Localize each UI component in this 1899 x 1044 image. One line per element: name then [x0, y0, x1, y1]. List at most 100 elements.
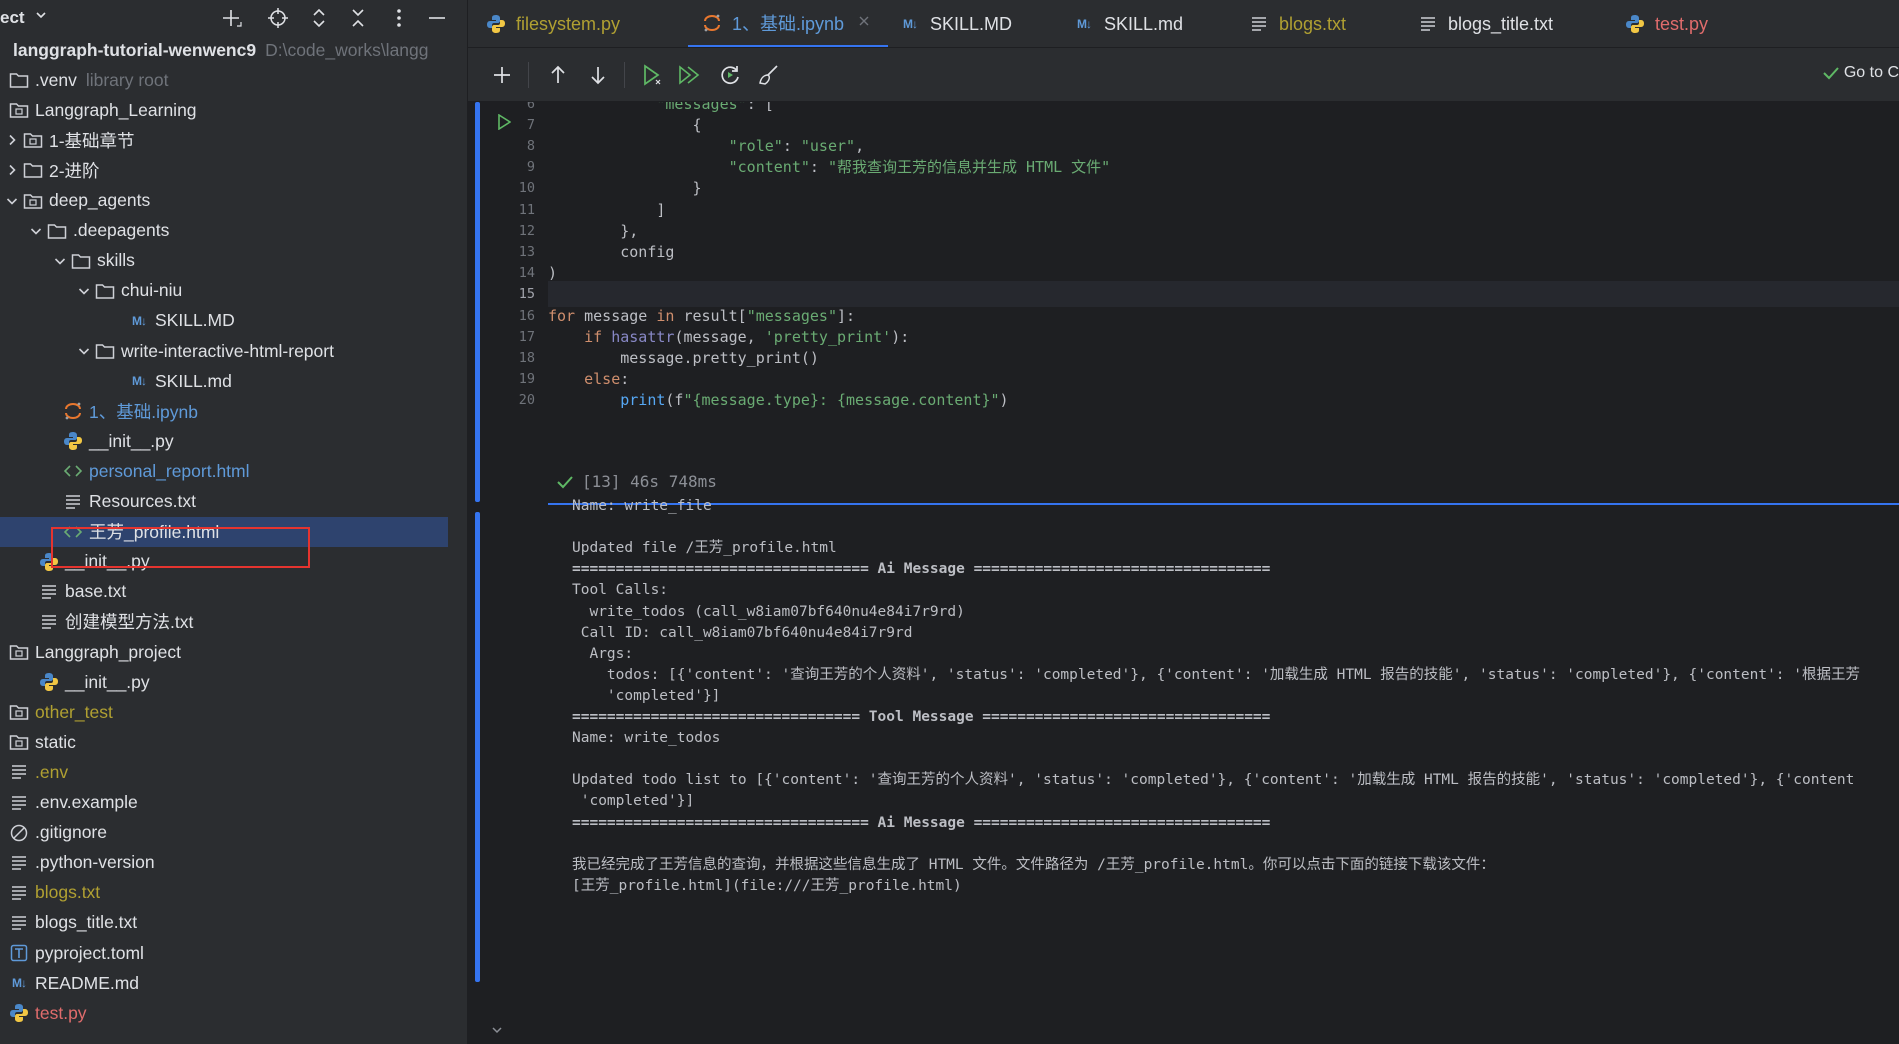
editor-tabs: filesystem.py 1、基础.ipynb M↓ SKILL.MD M↓ SKILL…	[468, 0, 1899, 48]
chevron-down-icon[interactable]	[26, 221, 46, 241]
tree-item-label: base.txt	[65, 581, 127, 602]
tree-item[interactable]: M↓ SKILL.MD	[0, 306, 467, 336]
jupyter-icon	[62, 400, 84, 422]
module-folder-icon	[8, 99, 30, 121]
tree-item[interactable]: 1、基础.ipynb	[0, 396, 467, 426]
output-line: Name: write_file	[572, 498, 712, 514]
tree-item-label: skills	[97, 250, 135, 271]
folder-icon	[94, 340, 116, 362]
chevron-down-icon[interactable]	[2, 191, 22, 211]
tree-item[interactable]: .venv library root	[0, 65, 467, 95]
editor-tab[interactable]: blogs_title.txt	[1416, 0, 1553, 47]
line-number: 16	[518, 307, 535, 324]
module-folder-icon	[22, 190, 44, 212]
tree-item-label: __init__.py	[65, 671, 150, 692]
text-file-icon	[8, 761, 30, 783]
tree-item[interactable]: blogs.txt	[0, 878, 467, 908]
run-cell-icon[interactable]	[638, 61, 666, 89]
tree-item[interactable]: .env	[0, 757, 467, 787]
tree-item[interactable]: skills	[0, 246, 467, 276]
tree-item[interactable]: personal_report.html	[0, 456, 467, 486]
text-file-icon	[8, 882, 30, 904]
move-cell-down-icon[interactable]	[584, 61, 612, 89]
tree-item-hint: library root	[85, 69, 169, 90]
editor-tab[interactable]: blogs.txt	[1247, 0, 1346, 47]
tree-item[interactable]: other_test	[0, 697, 467, 727]
tree-item[interactable]: .env.example	[0, 788, 467, 818]
editor-tab[interactable]: test.py	[1623, 0, 1708, 47]
restart-kernel-icon[interactable]	[716, 61, 744, 89]
tree-item[interactable]: test.py	[0, 998, 467, 1028]
locate-icon[interactable]	[265, 5, 291, 31]
chevron-down-icon[interactable]	[74, 281, 94, 301]
chevron-down-icon[interactable]	[34, 8, 48, 27]
goto-link[interactable]: Go to C	[1822, 64, 1899, 82]
tree-item[interactable]: Langgraph_project	[0, 637, 467, 667]
tree-item[interactable]: base.txt	[0, 577, 467, 607]
chevron-down-icon[interactable]	[50, 251, 70, 271]
add-icon[interactable]	[218, 5, 244, 31]
editor-tab[interactable]: filesystem.py	[484, 0, 620, 47]
tree-item-label: write-interactive-html-report	[121, 340, 334, 361]
more-options-icon[interactable]	[386, 5, 412, 31]
tree-item[interactable]: Langgraph_Learning	[0, 95, 467, 125]
html-icon	[62, 521, 84, 543]
tree-item[interactable]: __init__.py	[0, 426, 467, 456]
tree-item[interactable]: .gitignore	[0, 818, 467, 848]
notebook-toolbar: Go to C	[468, 48, 1899, 102]
editor-tab[interactable]: M↓ SKILL.MD	[898, 0, 1012, 47]
tree-item[interactable]: .python-version	[0, 848, 467, 878]
tree-item-label: .env	[35, 761, 69, 782]
editor-tab[interactable]: M↓ SKILL.md	[1072, 0, 1183, 47]
code-cell[interactable]: "messages": [ { "role": "user", "content…	[548, 102, 1899, 502]
chevron-down-icon[interactable]	[490, 1022, 504, 1040]
chevron-right-icon[interactable]	[2, 130, 22, 150]
tree-item[interactable]: 1-基础章节	[0, 125, 467, 155]
tree-item[interactable]: write-interactive-html-report	[0, 336, 467, 366]
tree-item-label: Langgraph_project	[35, 641, 181, 662]
add-cell-icon[interactable]	[488, 61, 516, 89]
run-all-icon[interactable]	[676, 61, 704, 89]
line-number-gutter: 6 7 8 9 10 11 12 13 14 15 16 17 18 19 20	[480, 102, 545, 502]
tree-item[interactable]: .deepagents	[0, 216, 467, 246]
tree-item[interactable]: static	[0, 727, 467, 757]
chevron-right-icon[interactable]	[2, 160, 22, 180]
line-number: 9	[526, 159, 535, 176]
tree-item[interactable]: Resources.txt	[0, 487, 467, 517]
output-line: ================================== Ai Me…	[572, 561, 1271, 578]
chevron-down-icon[interactable]	[74, 341, 94, 361]
collapse-all-icon[interactable]	[345, 5, 371, 31]
line-number: 12	[518, 222, 535, 239]
tree-item[interactable]: chui-niu	[0, 276, 467, 306]
tree-item-label: .gitignore	[35, 822, 107, 843]
tree-item[interactable]: 2-进阶	[0, 155, 467, 185]
tree-item[interactable]: pyproject.toml	[0, 938, 467, 968]
tree-item[interactable]: M↓ README.md	[0, 968, 467, 998]
html-icon	[62, 460, 84, 482]
expand-all-icon[interactable]	[306, 5, 332, 31]
python-icon	[62, 430, 84, 452]
tree-item[interactable]: M↓ SKILL.md	[0, 366, 467, 396]
tree-item[interactable]: deep_agents	[0, 186, 467, 216]
clear-outputs-icon[interactable]	[754, 61, 782, 89]
tree-item[interactable]: langgraph-tutorial-wenwenc9 D:\code_works…	[0, 35, 467, 65]
line-number: 18	[518, 349, 535, 366]
editor-tab-label: 1、基础.ipynb	[732, 13, 845, 34]
line-number: 13	[518, 243, 535, 260]
minimize-icon[interactable]	[424, 5, 450, 31]
move-cell-up-icon[interactable]	[544, 61, 572, 89]
tree-item-label: 1、基础.ipynb	[89, 401, 198, 422]
toml-icon	[8, 942, 30, 964]
tree-item[interactable]: __init__.py	[0, 547, 467, 577]
tree-item[interactable]: blogs_title.txt	[0, 908, 467, 938]
line-number: 15	[518, 286, 535, 303]
project-title[interactable]: ect	[0, 8, 25, 28]
tree-item[interactable]: 创建模型方法.txt	[0, 607, 467, 637]
close-tab-icon[interactable]	[858, 14, 870, 32]
line-number: 8	[526, 137, 535, 154]
tree-item[interactable]: 王芳_profile.html	[0, 516, 448, 547]
line-number: 6	[526, 102, 535, 112]
tree-item-label: deep_agents	[49, 190, 151, 210]
tree-item[interactable]: __init__.py	[0, 667, 467, 697]
editor-tab[interactable]: 1、基础.ipynb	[688, 0, 888, 47]
